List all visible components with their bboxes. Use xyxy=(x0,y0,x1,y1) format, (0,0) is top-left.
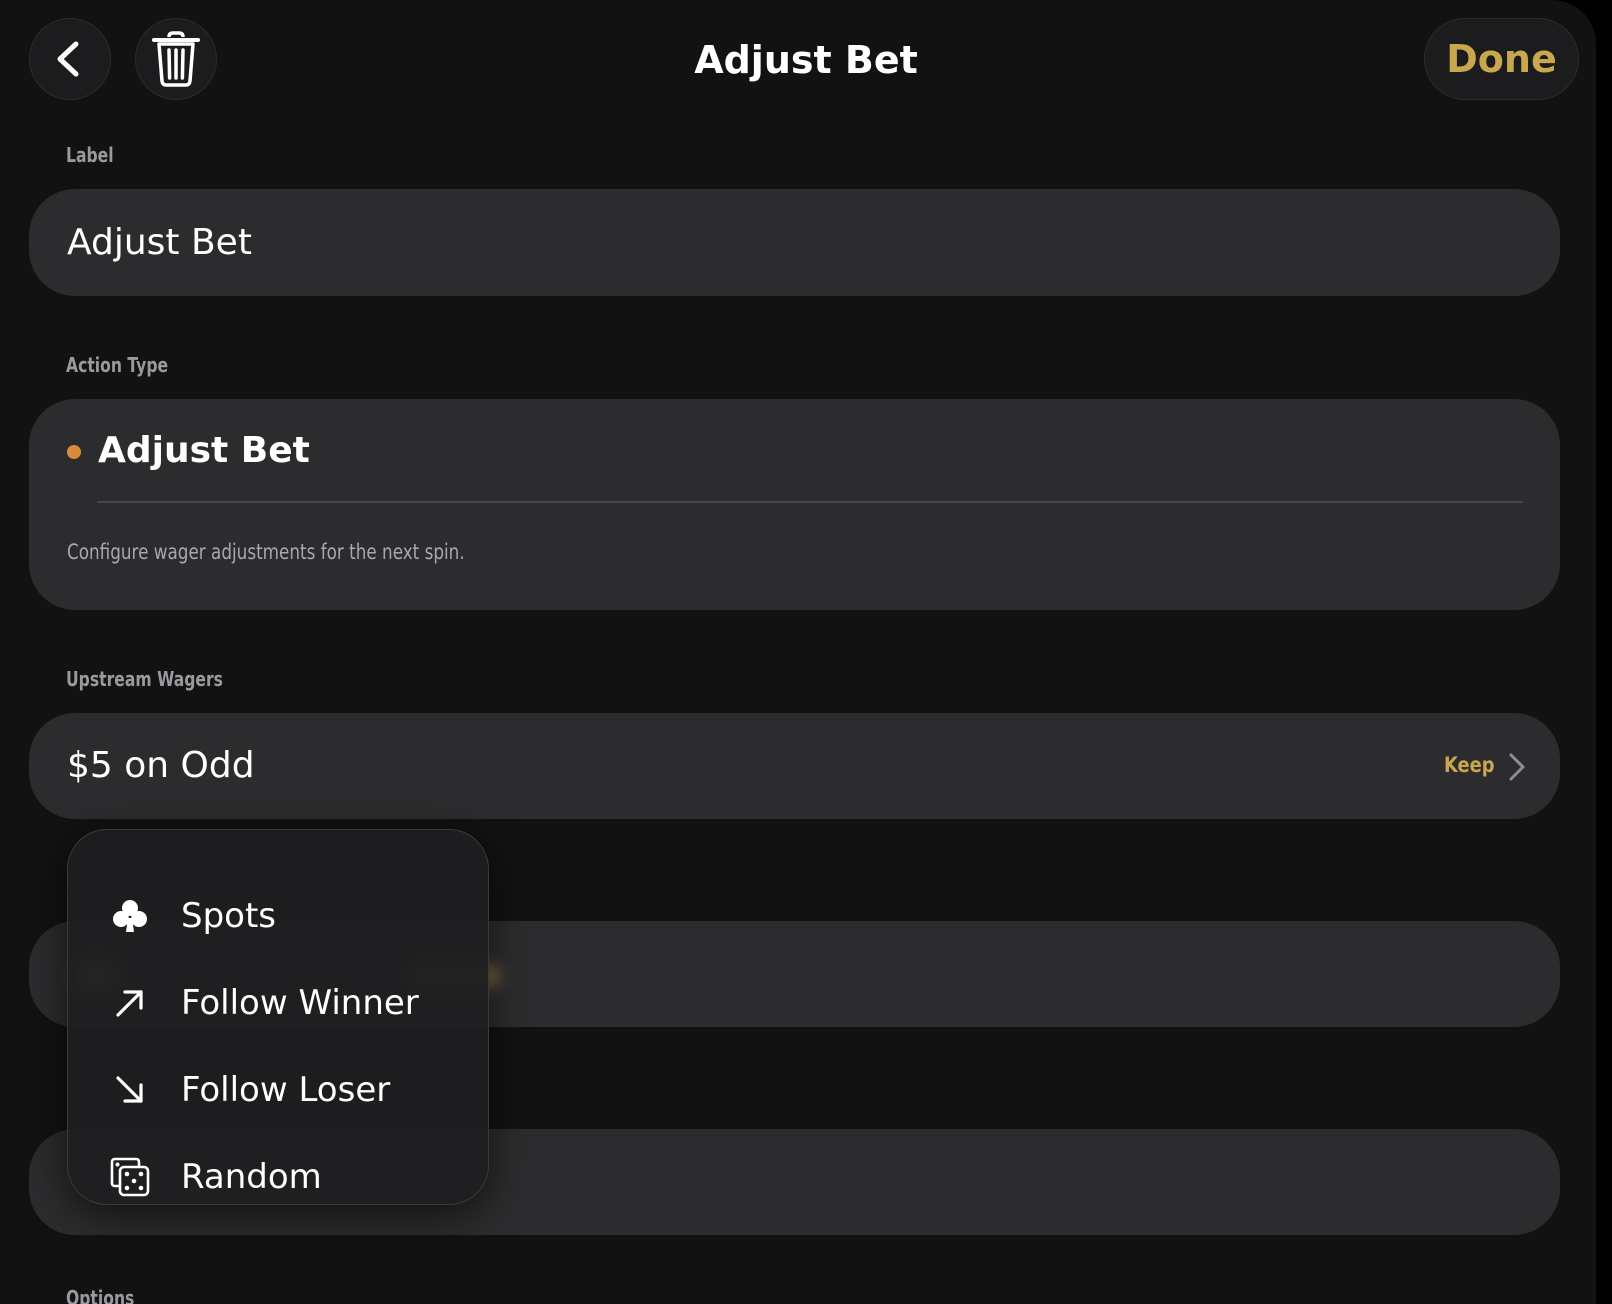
arrow-down-right-icon xyxy=(110,1070,150,1110)
chevron-right-icon xyxy=(1509,753,1525,781)
strategy-menu: Spots Follow Winner Follow Loser Random xyxy=(67,829,489,1205)
upstream-wager-row[interactable]: $5 on Odd Keep xyxy=(29,713,1560,819)
menu-item-follow-loser[interactable]: Follow Loser xyxy=(68,1046,488,1133)
done-button[interactable]: Done xyxy=(1424,18,1579,100)
menu-item-random[interactable]: Random xyxy=(68,1133,488,1204)
arrow-up-right-icon xyxy=(110,983,150,1023)
action-type-dot xyxy=(67,445,81,459)
action-type-card[interactable]: Adjust Bet Configure wager adjustments f… xyxy=(29,399,1560,610)
divider xyxy=(97,501,1523,503)
menu-item-label: Spots xyxy=(181,895,277,936)
menu-item-label: Random xyxy=(181,1156,322,1197)
wager-mode-label: Keep xyxy=(1444,753,1495,777)
menu-item-label: Follow Loser xyxy=(181,1069,391,1110)
upstream-wagers-heading: Upstream Wagers xyxy=(66,667,223,691)
menu-item-follow-winner[interactable]: Follow Winner xyxy=(68,959,488,1046)
upstream-wager-value: $5 on Odd xyxy=(67,745,255,786)
club-icon xyxy=(110,896,150,936)
page-title: Adjust Bet xyxy=(694,38,918,82)
label-field-value: Adjust Bet xyxy=(67,222,252,263)
menu-item-label: Follow Winner xyxy=(181,982,419,1023)
action-type-description: Configure wager adjustments for the next… xyxy=(67,540,465,564)
dice-icon xyxy=(110,1157,150,1197)
options-heading: Options xyxy=(66,1286,135,1304)
adjust-bet-screen: Adjust Bet Done Label Adjust Bet Action … xyxy=(0,0,1596,1304)
label-section-heading: Label xyxy=(66,143,114,167)
menu-item-spots[interactable]: Spots xyxy=(68,872,488,959)
action-type-value: Adjust Bet xyxy=(98,430,310,471)
action-type-heading: Action Type xyxy=(66,353,169,377)
label-field[interactable]: Adjust Bet xyxy=(29,189,1560,296)
